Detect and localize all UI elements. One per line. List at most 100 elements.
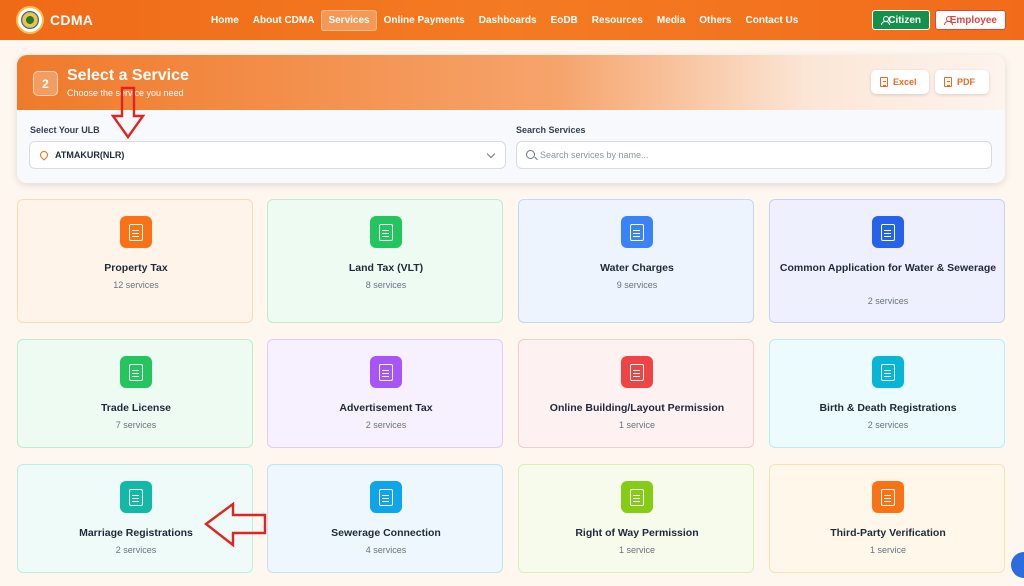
nav-eodb[interactable]: EoDB bbox=[544, 10, 585, 31]
document-icon bbox=[379, 223, 393, 241]
nav-online-payments[interactable]: Online Payments bbox=[377, 10, 472, 31]
ulb-selected-value: ATMAKUR(NLR) bbox=[55, 150, 125, 160]
nav-about-cdma[interactable]: About CDMA bbox=[246, 10, 322, 31]
service-name: Trade License bbox=[100, 402, 172, 414]
spreadsheet-icon bbox=[880, 77, 888, 87]
search-icon bbox=[526, 150, 535, 159]
search-field-label: Search Services bbox=[516, 125, 586, 135]
service-name: Birth & Death Registrations bbox=[819, 402, 957, 414]
service-icon-box bbox=[370, 216, 402, 248]
service-icon-box bbox=[621, 356, 653, 388]
nav-contact-us[interactable]: Contact Us bbox=[739, 10, 806, 31]
service-count: 1 service bbox=[618, 420, 655, 430]
service-count: 1 service bbox=[869, 545, 906, 555]
service-card-advertisement-tax[interactable]: Advertisement Tax 2 services bbox=[267, 339, 503, 448]
service-count: 4 services bbox=[365, 545, 407, 555]
top-navbar: CDMA Home About CDMA Services Online Pay… bbox=[0, 0, 1024, 40]
document-icon bbox=[129, 363, 143, 381]
service-icon-box bbox=[370, 481, 402, 513]
search-services-input[interactable] bbox=[540, 146, 980, 164]
export-excel-button[interactable]: Excel bbox=[871, 70, 929, 94]
service-name: Marriage Registrations bbox=[79, 527, 193, 539]
document-icon bbox=[630, 223, 644, 241]
document-icon bbox=[379, 488, 393, 506]
document-icon bbox=[630, 488, 644, 506]
person-icon bbox=[881, 16, 891, 25]
service-card-property-tax[interactable]: Property Tax 12 services bbox=[17, 199, 253, 323]
nav-links: Home About CDMA Services Online Payments… bbox=[204, 0, 805, 40]
citizen-button[interactable]: Citizen bbox=[872, 10, 930, 30]
service-icon-box bbox=[120, 216, 152, 248]
service-name: Advertisement Tax bbox=[339, 402, 433, 414]
service-card-online-building-layout-permission[interactable]: Online Building/Layout Permission 1 servi… bbox=[518, 339, 754, 448]
service-icon-box bbox=[370, 356, 402, 388]
service-icon-box bbox=[872, 481, 904, 513]
panel-header: 2 Select a Service Choose the service yo… bbox=[17, 55, 1005, 110]
service-icon-box bbox=[872, 356, 904, 388]
chevron-down-icon bbox=[486, 149, 496, 159]
document-icon bbox=[129, 488, 143, 506]
service-name: Online Building/Layout Permission bbox=[549, 402, 725, 414]
person-icon bbox=[944, 16, 952, 25]
service-icon-box bbox=[621, 481, 653, 513]
service-count: 1 service bbox=[618, 545, 655, 555]
nav-others[interactable]: Others bbox=[692, 10, 738, 31]
service-icon-box bbox=[120, 356, 152, 388]
service-name: Third-Party Verification bbox=[830, 527, 946, 539]
service-count: 2 services bbox=[115, 545, 157, 555]
floating-action-button[interactable] bbox=[1011, 552, 1024, 578]
service-card-common-application-for-water-sewerage[interactable]: Common Application for Water & Sewerage 2… bbox=[769, 199, 1005, 323]
brand-name[interactable]: CDMA bbox=[50, 12, 93, 28]
service-count: 2 services bbox=[365, 420, 407, 430]
cdma-logo-icon[interactable] bbox=[16, 6, 44, 34]
service-card-water-charges[interactable]: Water Charges 9 services bbox=[518, 199, 754, 323]
service-count: 7 services bbox=[115, 420, 157, 430]
search-services-box[interactable] bbox=[516, 141, 992, 169]
service-count: 8 services bbox=[365, 280, 407, 290]
location-pin-icon bbox=[38, 149, 50, 161]
step-badge: 2 bbox=[33, 71, 58, 96]
nav-resources[interactable]: Resources bbox=[585, 10, 650, 31]
service-icon-box bbox=[120, 481, 152, 513]
service-card-sewerage-connection[interactable]: Sewerage Connection 4 services bbox=[267, 464, 503, 573]
service-card-trade-license[interactable]: Trade License 7 services bbox=[17, 339, 253, 448]
service-name: Property Tax bbox=[104, 262, 168, 274]
service-count: 9 services bbox=[616, 280, 658, 290]
nav-media[interactable]: Media bbox=[650, 10, 692, 31]
document-icon bbox=[379, 363, 393, 381]
service-name: Water Charges bbox=[600, 262, 674, 274]
citizen-button-label: Citizen bbox=[888, 14, 921, 26]
ulb-select[interactable]: ATMAKUR(NLR) bbox=[29, 141, 506, 169]
pdf-label: PDF bbox=[957, 77, 975, 87]
service-card-right-of-way-permission[interactable]: Right of Way Permission 1 service bbox=[518, 464, 754, 573]
service-name: Sewerage Connection bbox=[331, 527, 441, 539]
panel-subtitle: Choose the service you need bbox=[67, 88, 184, 98]
service-card-birth-death-registrations[interactable]: Birth & Death Registrations 2 services bbox=[769, 339, 1005, 448]
service-name: Common Application for Water & Sewerage bbox=[779, 262, 997, 274]
select-service-panel: 2 Select a Service Choose the service yo… bbox=[17, 55, 1005, 183]
service-card-land-tax-vlt[interactable]: Land Tax (VLT) 8 services bbox=[267, 199, 503, 323]
employee-button-label: Employee bbox=[949, 14, 997, 26]
document-icon bbox=[881, 223, 895, 241]
service-icon-box bbox=[872, 216, 904, 248]
export-pdf-button[interactable]: PDF bbox=[935, 70, 989, 94]
document-icon bbox=[129, 223, 143, 241]
service-count: 12 services bbox=[113, 280, 159, 290]
employee-button[interactable]: Employee bbox=[935, 10, 1006, 30]
nav-services[interactable]: Services bbox=[321, 9, 377, 31]
service-icon-box bbox=[621, 216, 653, 248]
document-icon bbox=[630, 363, 644, 381]
service-card-third-party-verification[interactable]: Third-Party Verification 1 service bbox=[769, 464, 1005, 573]
nav-home[interactable]: Home bbox=[204, 10, 246, 31]
nav-dashboards[interactable]: Dashboards bbox=[472, 10, 544, 31]
service-name: Right of Way Permission bbox=[575, 527, 699, 539]
document-icon bbox=[881, 488, 895, 506]
document-icon bbox=[881, 363, 895, 381]
ulb-field-label: Select Your ULB bbox=[30, 125, 100, 135]
service-card-marriage-registrations[interactable]: Marriage Registrations 2 services bbox=[17, 464, 253, 573]
service-count: 2 services bbox=[867, 296, 909, 306]
service-count: 2 services bbox=[867, 420, 909, 430]
service-name: Land Tax (VLT) bbox=[348, 262, 424, 274]
pdf-file-icon bbox=[944, 77, 952, 87]
panel-title: Select a Service bbox=[67, 67, 189, 84]
